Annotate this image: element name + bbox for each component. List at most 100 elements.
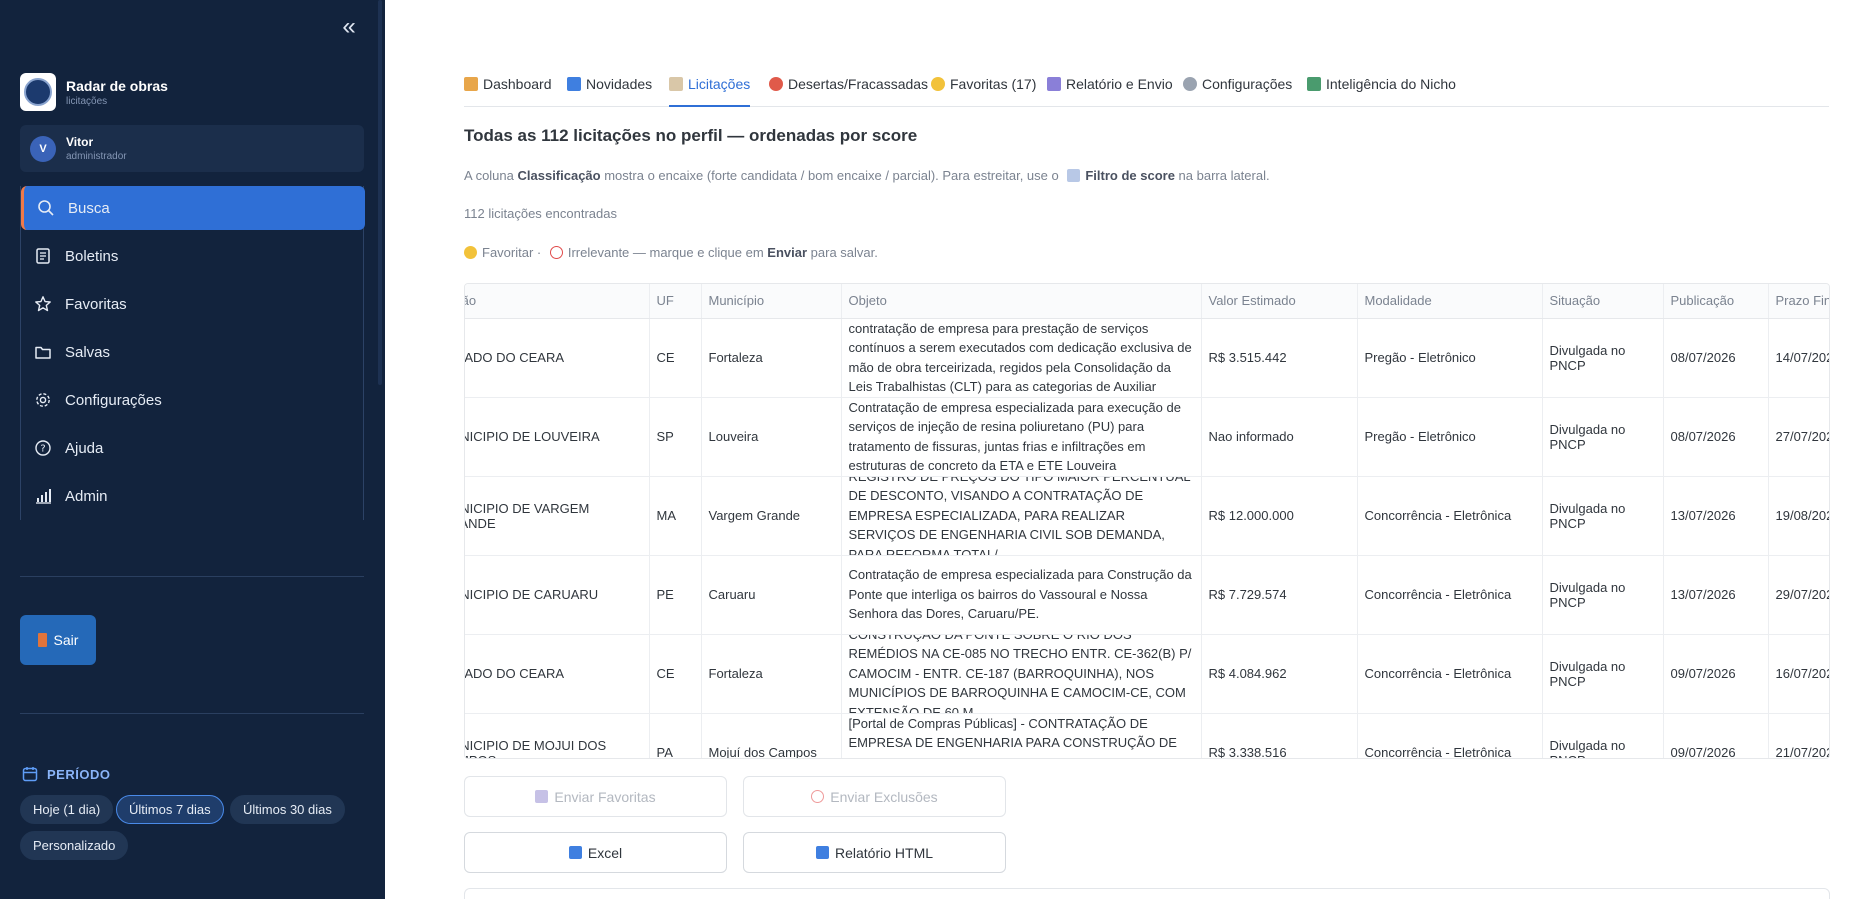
send-icon — [535, 790, 549, 803]
column-header-uf[interactable]: UF — [649, 284, 702, 319]
table-row[interactable]: MUNICIPIO DE MOJUI DOS CAMPOS PA Mojuí d… — [465, 713, 1829, 758]
gear-icon — [33, 390, 53, 410]
cell-modalidade: Concorrência - Eletrônica — [1357, 713, 1543, 758]
cell-valor: Nao informado — [1201, 397, 1358, 477]
cell-orgao: MUNICIPIO DE CARUARU — [465, 555, 650, 635]
sidebar-item-busca[interactable]: Busca — [21, 186, 365, 230]
period-chip-7-days[interactable]: Últimos 7 dias — [116, 795, 224, 824]
table-row[interactable]: MUNICIPIO DE CARUARU PE Caruaru Contrata… — [465, 555, 1829, 635]
tab-desertas-fracassadas[interactable]: Desertas/Fracassadas — [769, 73, 928, 107]
period-chip-today[interactable]: Hoje (1 dia) — [20, 795, 114, 824]
sidebar-nav: Busca Boletins Favoritas Salvas Configur… — [20, 186, 365, 520]
table-row[interactable]: ESTADO DO CEARA CE Fortaleza contratação… — [465, 318, 1829, 398]
column-header-orgao[interactable]: Órgão — [465, 284, 650, 319]
cell-uf: CE — [649, 634, 702, 714]
sidebar-item-salvas[interactable]: Salvas — [21, 330, 365, 374]
brand-logo — [20, 73, 56, 111]
column-header-municipio[interactable]: Município — [701, 284, 842, 319]
lower-panel — [464, 888, 1830, 899]
cell-municipio: Louveira — [701, 397, 842, 477]
divider — [20, 713, 364, 714]
sidebar-item-label: Ajuda — [65, 439, 104, 457]
sidebar-item-label: Favoritas — [65, 295, 127, 313]
cell-modalidade: Pregão - Eletrônico — [1357, 397, 1543, 477]
cell-situacao: Divulgada no PNCP — [1542, 318, 1664, 398]
search-icon — [36, 198, 56, 218]
cell-uf: PA — [649, 713, 702, 758]
sidebar-item-favoritas[interactable]: Favoritas — [21, 282, 365, 326]
cell-uf: CE — [649, 318, 702, 398]
period-chip-30-days[interactable]: Últimos 30 dias — [230, 795, 345, 824]
sidebar-item-admin[interactable]: Admin — [21, 474, 365, 518]
cell-objeto: Contratação de empresa especializada par… — [841, 397, 1202, 477]
cell-valor: R$ 12.000.000 — [1201, 476, 1358, 556]
bar-chart-icon — [33, 486, 53, 506]
cell-publicacao: 09/07/2026 — [1663, 713, 1769, 758]
sidebar-item-label: Boletins — [65, 247, 119, 265]
cell-objeto: Contratação de empresa especializada par… — [841, 555, 1202, 635]
cell-publicacao: 09/07/2026 — [1663, 634, 1769, 714]
filter-icon — [1067, 169, 1081, 182]
cell-orgao: MUNICIPIO DE VARGEM GRANDE — [465, 476, 650, 556]
user-role: administrador — [66, 151, 127, 162]
column-header-valor[interactable]: Valor Estimado — [1201, 284, 1358, 319]
sidebar-scrollbar[interactable] — [378, 0, 382, 385]
period-chip-custom[interactable]: Personalizado — [20, 831, 129, 860]
page-title: Todas as 112 licitações no perfil — orde… — [464, 126, 918, 145]
column-header-objeto[interactable]: Objeto — [841, 284, 1202, 319]
send-exclusions-button[interactable]: Enviar Exclusões — [743, 776, 1006, 817]
cell-publicacao: 08/07/2026 — [1663, 318, 1769, 398]
cell-valor: R$ 7.729.574 — [1201, 555, 1358, 635]
sidebar-item-ajuda[interactable]: ? Ajuda — [21, 426, 365, 470]
score-hint: A coluna Classificação mostra o encaixe … — [464, 168, 1270, 183]
logout-button[interactable]: Sair — [20, 615, 96, 665]
sidebar-item-boletins[interactable]: Boletins — [21, 234, 365, 278]
cell-uf: PE — [649, 555, 702, 635]
cell-valor: R$ 3.338.516 — [1201, 713, 1358, 758]
action-legend: Favoritar · Irrelevante — marque e cliqu… — [464, 245, 878, 260]
cell-municipio: Fortaleza — [701, 634, 842, 714]
star-icon — [931, 77, 945, 91]
logout-label: Sair — [53, 632, 79, 648]
results-table[interactable]: Órgão UF Município Objeto Valor Estimado… — [464, 283, 1830, 759]
tab-licitacoes[interactable]: Licitações — [669, 73, 751, 107]
chart-icon — [1307, 77, 1321, 91]
column-header-publicacao[interactable]: Publicação — [1663, 284, 1769, 319]
table-row[interactable]: MUNICIPIO DE VARGEM GRANDE MA Vargem Gra… — [465, 476, 1829, 556]
double-chevron-left-icon: « — [342, 13, 356, 40]
column-header-prazo[interactable]: Prazo Final — [1768, 284, 1829, 319]
brand-name: Radar de obras — [66, 77, 168, 94]
cell-objeto: REGISTRO DE PREÇOS DO TIPO MAIOR PERCENT… — [841, 476, 1202, 556]
column-header-modalidade[interactable]: Modalidade — [1357, 284, 1543, 319]
calendar-icon — [22, 767, 38, 782]
table-row[interactable]: MUNICIPIO DE LOUVEIRA SP Louveira Contra… — [465, 397, 1829, 477]
prohibited-icon — [549, 246, 563, 259]
cell-modalidade: Concorrência - Eletrônica — [1357, 476, 1543, 556]
tab-inteligencia-nicho[interactable]: Inteligência do Nicho — [1307, 73, 1456, 107]
table-row[interactable]: ESTADO DO CEARA CE Fortaleza CONSTRUÇÃO … — [465, 634, 1829, 714]
tab-configuracoes[interactable]: Configurações — [1183, 73, 1292, 107]
tab-relatorio-envio[interactable]: Relatório e Envio — [1047, 73, 1173, 107]
sidebar-item-label: Busca — [68, 199, 110, 217]
brand: Radar de obras licitações — [20, 73, 168, 111]
avatar: V — [30, 135, 56, 162]
cell-uf: MA — [649, 476, 702, 556]
tab-novidades[interactable]: Novidades — [567, 73, 652, 107]
download-excel-button[interactable]: Excel — [464, 832, 727, 873]
collapse-sidebar-button[interactable]: « — [338, 14, 360, 40]
sidebar-item-configuracoes[interactable]: Configurações — [21, 378, 365, 422]
cell-municipio: Caruaru — [701, 555, 842, 635]
cell-modalidade: Concorrência - Eletrônica — [1357, 555, 1543, 635]
cell-orgao: MUNICIPIO DE LOUVEIRA — [465, 397, 650, 477]
tab-favoritas[interactable]: Favoritas (17) — [931, 73, 1036, 107]
column-header-situacao[interactable]: Situação — [1542, 284, 1664, 319]
send-favorites-button[interactable]: Enviar Favoritas — [464, 776, 727, 817]
document-icon — [33, 246, 53, 266]
gear-icon — [1183, 77, 1197, 91]
download-html-report-button[interactable]: Relatório HTML — [743, 832, 1006, 873]
tab-dashboard[interactable]: Dashboard — [464, 73, 552, 107]
cell-objeto: CONSTRUÇÃO DA PONTE SOBRE O RIO DOS REMÉ… — [841, 634, 1202, 714]
cell-municipio: Vargem Grande — [701, 476, 842, 556]
cell-prazo: 14/07/2026 — [1768, 318, 1829, 398]
cell-prazo: 19/08/2026 — [1768, 476, 1829, 556]
